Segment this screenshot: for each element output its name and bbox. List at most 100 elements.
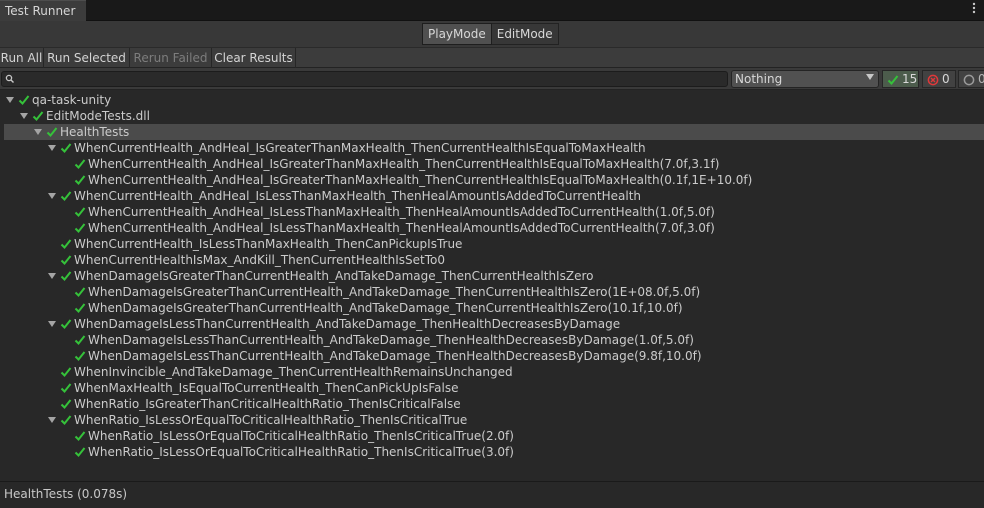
test-case-row[interactable]: WhenMaxHealth_IsEqualToCurrentHealth_The… (0, 380, 984, 396)
window-titlebar: Test Runner (0, 0, 984, 21)
category-dropdown-value: Nothing (735, 72, 783, 86)
test-name-label: WhenMaxHealth_IsEqualToCurrentHealth_The… (74, 381, 459, 395)
run-selected-button[interactable]: Run Selected (44, 48, 130, 68)
test-name-label: EditModeTests.dll (46, 109, 150, 123)
passed-check-icon (18, 95, 30, 105)
test-case-row[interactable]: WhenCurrentHealth_IsLessThanMaxHealth_Th… (0, 236, 984, 252)
tree-root[interactable]: qa-task-unity (0, 92, 984, 108)
test-name-label: WhenCurrentHealth_AndHeal_IsGreaterThanM… (88, 157, 720, 171)
search-icon (5, 74, 14, 83)
test-name-label: WhenCurrentHealth_AndHeal_IsLessThanMaxH… (74, 189, 642, 203)
expand-arrow-icon[interactable] (48, 193, 56, 199)
skipped-count: 0 (978, 72, 984, 86)
test-case-row[interactable]: WhenDamageIsGreaterThanCurrentHealth_And… (0, 300, 984, 316)
test-case-row[interactable]: WhenCurrentHealthIsMax_AndKill_ThenCurre… (0, 252, 984, 268)
test-case-row[interactable]: WhenCurrentHealth_AndHeal_IsLessThanMaxH… (0, 220, 984, 236)
passed-check-icon (60, 415, 72, 425)
passed-check-icon (74, 447, 86, 457)
test-case-row[interactable]: WhenDamageIsGreaterThanCurrentHealth_And… (0, 284, 984, 300)
playmode-tab[interactable]: PlayMode (422, 23, 492, 45)
expand-arrow-icon[interactable] (48, 321, 56, 327)
test-case-row[interactable]: WhenRatio_IsGreaterThanCriticalHealthRat… (0, 396, 984, 412)
expand-arrow-icon[interactable] (48, 273, 56, 279)
expand-arrow-icon[interactable] (48, 145, 56, 151)
test-name-label: WhenDamageIsLessThanCurrentHealth_AndTak… (88, 349, 702, 363)
passed-check-icon (60, 271, 72, 281)
passed-check-icon (74, 287, 86, 297)
passed-check-icon (74, 175, 86, 185)
tree-group-row[interactable]: WhenCurrentHealth_AndHeal_IsGreaterThanM… (0, 140, 984, 156)
search-input[interactable] (1, 71, 728, 87)
run-all-button[interactable]: Run All (0, 48, 44, 68)
passed-check-icon (74, 335, 86, 345)
tree-group-row[interactable]: WhenCurrentHealth_AndHeal_IsLessThanMaxH… (0, 188, 984, 204)
tree-group-row[interactable]: WhenDamageIsLessThanCurrentHealth_AndTak… (0, 316, 984, 332)
rerun-failed-button[interactable]: Rerun Failed (130, 48, 212, 68)
test-name-label: WhenCurrentHealth_IsLessThanMaxHealth_Th… (74, 237, 463, 251)
test-case-row[interactable]: WhenDamageIsLessThanCurrentHealth_AndTak… (0, 348, 984, 364)
failed-circle-icon (927, 74, 939, 86)
test-case-row[interactable]: WhenCurrentHealth_AndHeal_IsLessThanMaxH… (0, 204, 984, 220)
passed-check-icon (60, 239, 72, 249)
test-name-label: HealthTests (60, 125, 130, 139)
tab-title: Test Runner (5, 4, 76, 18)
passed-check-icon (60, 399, 72, 409)
test-name-label: WhenDamageIsGreaterThanCurrentHealth_And… (88, 285, 701, 299)
test-name-label: WhenRatio_IsLessOrEqualToCriticalHealthR… (88, 429, 514, 443)
passed-check-icon (74, 303, 86, 313)
run-toolbar: Run All Run Selected Rerun Failed Clear … (0, 47, 984, 68)
tree-group-row[interactable]: HealthTests (4, 124, 984, 140)
passed-filter-toggle[interactable]: 15 (882, 70, 919, 88)
passed-check-icon (60, 255, 72, 265)
skipped-filter-toggle[interactable]: 0 (958, 70, 984, 88)
test-case-row[interactable]: WhenRatio_IsLessOrEqualToCriticalHealthR… (0, 444, 984, 460)
test-name-label: WhenRatio_IsGreaterThanCriticalHealthRat… (74, 397, 461, 411)
clear-results-button[interactable]: Clear Results (212, 48, 296, 68)
test-name-label: WhenDamageIsGreaterThanCurrentHealth_And… (88, 301, 683, 315)
test-name-label: WhenCurrentHealth_AndHeal_IsGreaterThanM… (74, 141, 646, 155)
test-tree: qa-task-unity EditModeTests.dll HealthTest… (0, 90, 984, 480)
tab-test-runner[interactable]: Test Runner (0, 0, 86, 21)
expand-arrow-icon[interactable] (6, 97, 14, 103)
category-dropdown[interactable]: Nothing (731, 70, 879, 88)
failed-filter-toggle[interactable]: 0 (922, 70, 956, 88)
passed-check-icon (60, 319, 72, 329)
test-case-row[interactable]: WhenRatio_IsLessOrEqualToCriticalHealthR… (0, 428, 984, 444)
test-name-label: WhenDamageIsGreaterThanCurrentHealth_And… (74, 269, 594, 283)
passed-check-icon (74, 159, 86, 169)
mode-toggle-group: PlayMode EditMode (422, 23, 559, 45)
test-case-row[interactable]: WhenCurrentHealth_AndHeal_IsGreaterThanM… (0, 156, 984, 172)
tree-group-row[interactable]: EditModeTests.dll (0, 108, 984, 124)
expand-arrow-icon[interactable] (48, 417, 56, 423)
tree-group-row[interactable]: WhenDamageIsGreaterThanCurrentHealth_And… (0, 268, 984, 284)
test-name-label: WhenDamageIsLessThanCurrentHealth_AndTak… (88, 333, 694, 347)
filter-bar: Nothing 15 0 0 (0, 68, 984, 90)
test-case-row[interactable]: WhenDamageIsLessThanCurrentHealth_AndTak… (0, 332, 984, 348)
test-name-label: WhenDamageIsLessThanCurrentHealth_AndTak… (74, 317, 621, 331)
passed-check-icon (74, 351, 86, 361)
test-name-label: qa-task-unity (32, 93, 112, 107)
passed-check-icon (74, 431, 86, 441)
test-case-row[interactable]: WhenCurrentHealth_AndHeal_IsGreaterThanM… (0, 172, 984, 188)
passed-check-icon (46, 127, 58, 137)
test-name-label: WhenRatio_IsLessOrEqualToCriticalHealthR… (88, 445, 514, 459)
passed-check-icon (60, 191, 72, 201)
test-case-row[interactable]: WhenInvincible_AndTakeDamage_ThenCurrent… (0, 364, 984, 380)
passed-check-icon (60, 383, 72, 393)
chevron-down-icon (866, 74, 874, 80)
expand-arrow-icon[interactable] (34, 129, 42, 135)
test-name-label: WhenCurrentHealth_AndHeal_IsLessThanMaxH… (88, 221, 715, 235)
kebab-menu-icon[interactable] (970, 2, 978, 19)
expand-arrow-icon[interactable] (20, 113, 28, 119)
failed-count: 0 (942, 72, 950, 86)
test-name-label: WhenCurrentHealth_AndHeal_IsLessThanMaxH… (88, 205, 715, 219)
passed-check-icon (74, 207, 86, 217)
status-text: HealthTests (0.078s) (4, 487, 128, 501)
status-bar: HealthTests (0.078s) (0, 481, 984, 508)
test-name-label: WhenCurrentHealth_AndHeal_IsGreaterThanM… (88, 173, 753, 187)
skipped-circle-icon (963, 74, 975, 86)
editmode-tab[interactable]: EditMode (491, 23, 559, 45)
passed-check-icon (74, 223, 86, 233)
tree-group-row[interactable]: WhenRatio_IsLessOrEqualToCriticalHealthR… (0, 412, 984, 428)
passed-count: 15 (902, 72, 918, 86)
